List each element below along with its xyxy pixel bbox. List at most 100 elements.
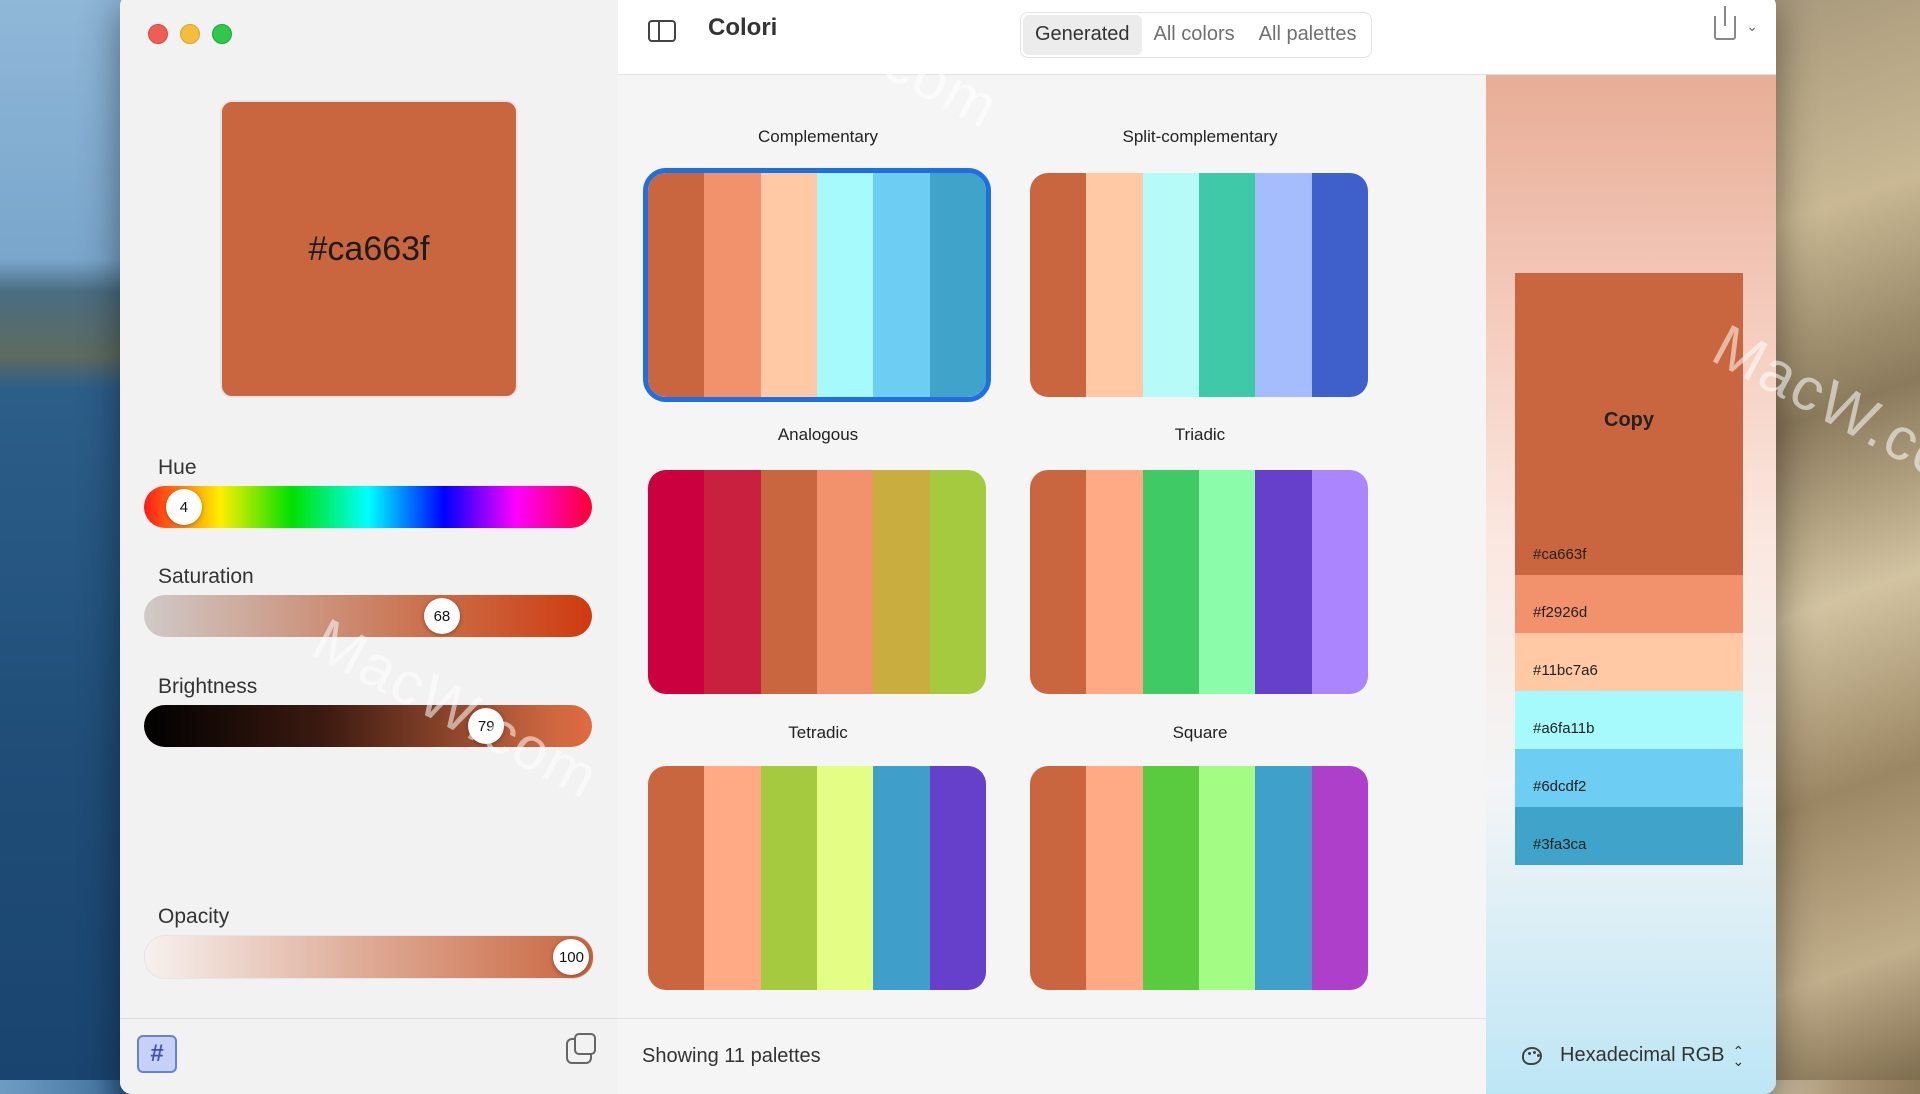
color-format-label: Hexadecimal RGB	[1560, 1044, 1725, 1066]
toolbar: Colori Generated All colors All palettes…	[618, 0, 1776, 75]
opacity-slider-thumb[interactable]: 100	[553, 939, 590, 975]
left-footer-divider	[120, 1018, 618, 1019]
palette-color-5	[1255, 173, 1312, 397]
palette-color-3	[1142, 766, 1199, 990]
palette-color-4	[1198, 470, 1256, 694]
palette-card-split-complementary[interactable]	[1030, 173, 1368, 397]
saturation-label: Saturation	[158, 565, 254, 588]
opacity-slider[interactable]: 100	[144, 935, 594, 979]
palette-color-2	[704, 470, 761, 694]
palette-color-5	[1255, 470, 1312, 694]
color-row-5[interactable]: #6dcdf2	[1515, 749, 1743, 807]
palette-color-4	[816, 470, 874, 694]
brightness-slider-thumb[interactable]: 79	[468, 708, 505, 744]
palette-color-3	[760, 173, 817, 397]
hue-slider[interactable]: 4	[144, 486, 592, 528]
palette-color-4	[1198, 766, 1256, 990]
saturation-slider-thumb[interactable]: 68	[423, 598, 460, 634]
hue-slider-thumb[interactable]: 4	[165, 489, 202, 525]
color-row-4[interactable]: #a6fa11b	[1515, 691, 1743, 749]
app-window: #ca663f Hue 4 Saturation 68 Brightness 7…	[120, 0, 1776, 1094]
palette-color-6	[929, 766, 986, 990]
palette-color-2	[1086, 173, 1143, 397]
view-segmented-control: Generated All colors All palettes	[1020, 12, 1372, 58]
dice-icon[interactable]	[566, 1033, 596, 1064]
palette-color-3	[1142, 173, 1199, 397]
palette-color-6	[1311, 470, 1368, 694]
zoom-window-button[interactable]	[212, 24, 232, 44]
palette-color-5	[1255, 766, 1312, 990]
palette-card-tetradic[interactable]	[648, 766, 986, 990]
palette-color-4	[1198, 173, 1256, 397]
color-editor-panel: #ca663f Hue 4 Saturation 68 Brightness 7…	[120, 0, 619, 1094]
chevron-down-icon[interactable]: ⌄	[1746, 18, 1758, 35]
brightness-label: Brightness	[158, 675, 258, 698]
tab-all-palettes[interactable]: All palettes	[1247, 15, 1369, 55]
close-window-button[interactable]	[148, 24, 168, 44]
palette-color-1	[1030, 470, 1087, 694]
palette-color-2	[704, 766, 761, 990]
palette-color-3	[760, 470, 817, 694]
palette-count-text: Showing 11 palettes	[642, 1045, 821, 1067]
palette-color-1	[648, 766, 705, 990]
brightness-slider[interactable]: 79	[144, 705, 592, 747]
color-hex-2: #f2926d	[1533, 604, 1588, 621]
saturation-slider[interactable]: 68	[144, 595, 592, 637]
palette-color-3	[760, 766, 817, 990]
color-format-selector[interactable]: Hexadecimal RGB ⌃ ⌄	[1522, 1042, 1745, 1069]
palette-color-2	[1086, 766, 1143, 990]
color-row-2[interactable]: #f2926d	[1515, 575, 1743, 633]
palette-title-split-complementary: Split-complementary	[1122, 127, 1278, 146]
palette-color-4	[816, 766, 874, 990]
color-row-3[interactable]: #11bc7a6	[1515, 633, 1743, 691]
color-hex-4: #a6fa11b	[1533, 720, 1595, 737]
palette-color-1	[648, 173, 705, 397]
color-hex-6: #3fa3ca	[1533, 836, 1587, 853]
app-title: Colori	[708, 14, 778, 41]
palette-color-2	[1086, 470, 1143, 694]
right-footer-divider	[1486, 1018, 1776, 1019]
sidebar-toggle-icon[interactable]	[648, 20, 676, 42]
tab-all-colors[interactable]: All colors	[1142, 15, 1247, 55]
palette-color-6	[929, 470, 986, 694]
desktop-background-right	[1774, 0, 1920, 1080]
copy-button[interactable]: Copy	[1515, 409, 1743, 432]
share-icon[interactable]	[1714, 6, 1736, 40]
color-hex-3: #11bc7a6	[1533, 662, 1598, 679]
chevron-updown-icon: ⌃ ⌄	[1732, 1042, 1745, 1069]
palette-color-5	[873, 470, 930, 694]
color-row-1[interactable]: Copy #ca663f	[1515, 273, 1743, 575]
palette-color-6	[1311, 173, 1368, 397]
palette-title-complementary: Complementary	[758, 127, 878, 146]
palette-card-triadic[interactable]	[1030, 470, 1368, 694]
color-hex-5: #6dcdf2	[1533, 778, 1587, 795]
palette-card-square[interactable]	[1030, 766, 1368, 990]
palette-color-stack: Copy #ca663f #f2926d #11bc7a6 #a6fa11b #…	[1515, 273, 1743, 865]
palette-color-6	[929, 173, 986, 397]
palette-card-analogous[interactable]	[648, 470, 986, 694]
tab-generated[interactable]: Generated	[1023, 15, 1142, 55]
color-hex-1: #ca663f	[1533, 546, 1587, 563]
minimize-window-button[interactable]	[180, 24, 200, 44]
palette-color-5	[873, 766, 930, 990]
status-bar: Showing 11 palettes	[618, 1018, 1486, 1094]
palette-title-analogous: Analogous	[777, 425, 859, 444]
palette-detail-panel: Copy #ca663f #f2926d #11bc7a6 #a6fa11b #…	[1486, 75, 1776, 1094]
hash-icon[interactable]: #	[137, 1035, 177, 1073]
palette-icon	[1522, 1046, 1542, 1065]
palette-title-square: Square	[1172, 723, 1228, 742]
palette-color-1	[648, 470, 705, 694]
opacity-label: Opacity	[158, 905, 230, 928]
palette-grid: Complementary Split-complementary Analog…	[618, 75, 1486, 1019]
palette-color-4	[816, 173, 874, 397]
hue-label: Hue	[158, 456, 197, 479]
current-color-hex: #ca663f	[308, 229, 430, 268]
palette-card-complementary[interactable]	[643, 168, 991, 402]
window-controls	[148, 24, 232, 44]
palette-color-3	[1142, 470, 1199, 694]
palette-color-5	[873, 173, 930, 397]
color-row-6[interactable]: #3fa3ca	[1515, 807, 1743, 865]
current-color-swatch[interactable]: #ca663f	[220, 100, 518, 398]
palette-color-1	[1030, 173, 1087, 397]
palette-color-6	[1311, 766, 1368, 990]
